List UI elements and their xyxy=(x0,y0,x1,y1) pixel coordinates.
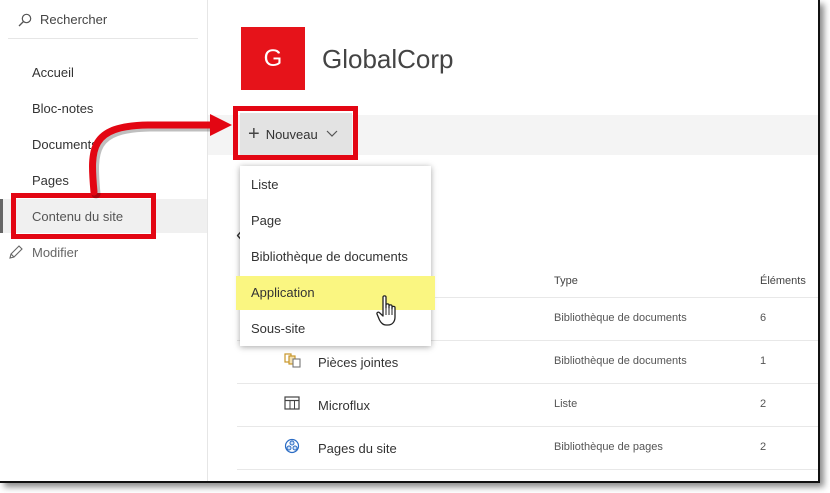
screenshot-frame: Rechercher Accueil Bloc-notes Documents … xyxy=(0,0,820,483)
annotation-arrow xyxy=(89,114,232,199)
